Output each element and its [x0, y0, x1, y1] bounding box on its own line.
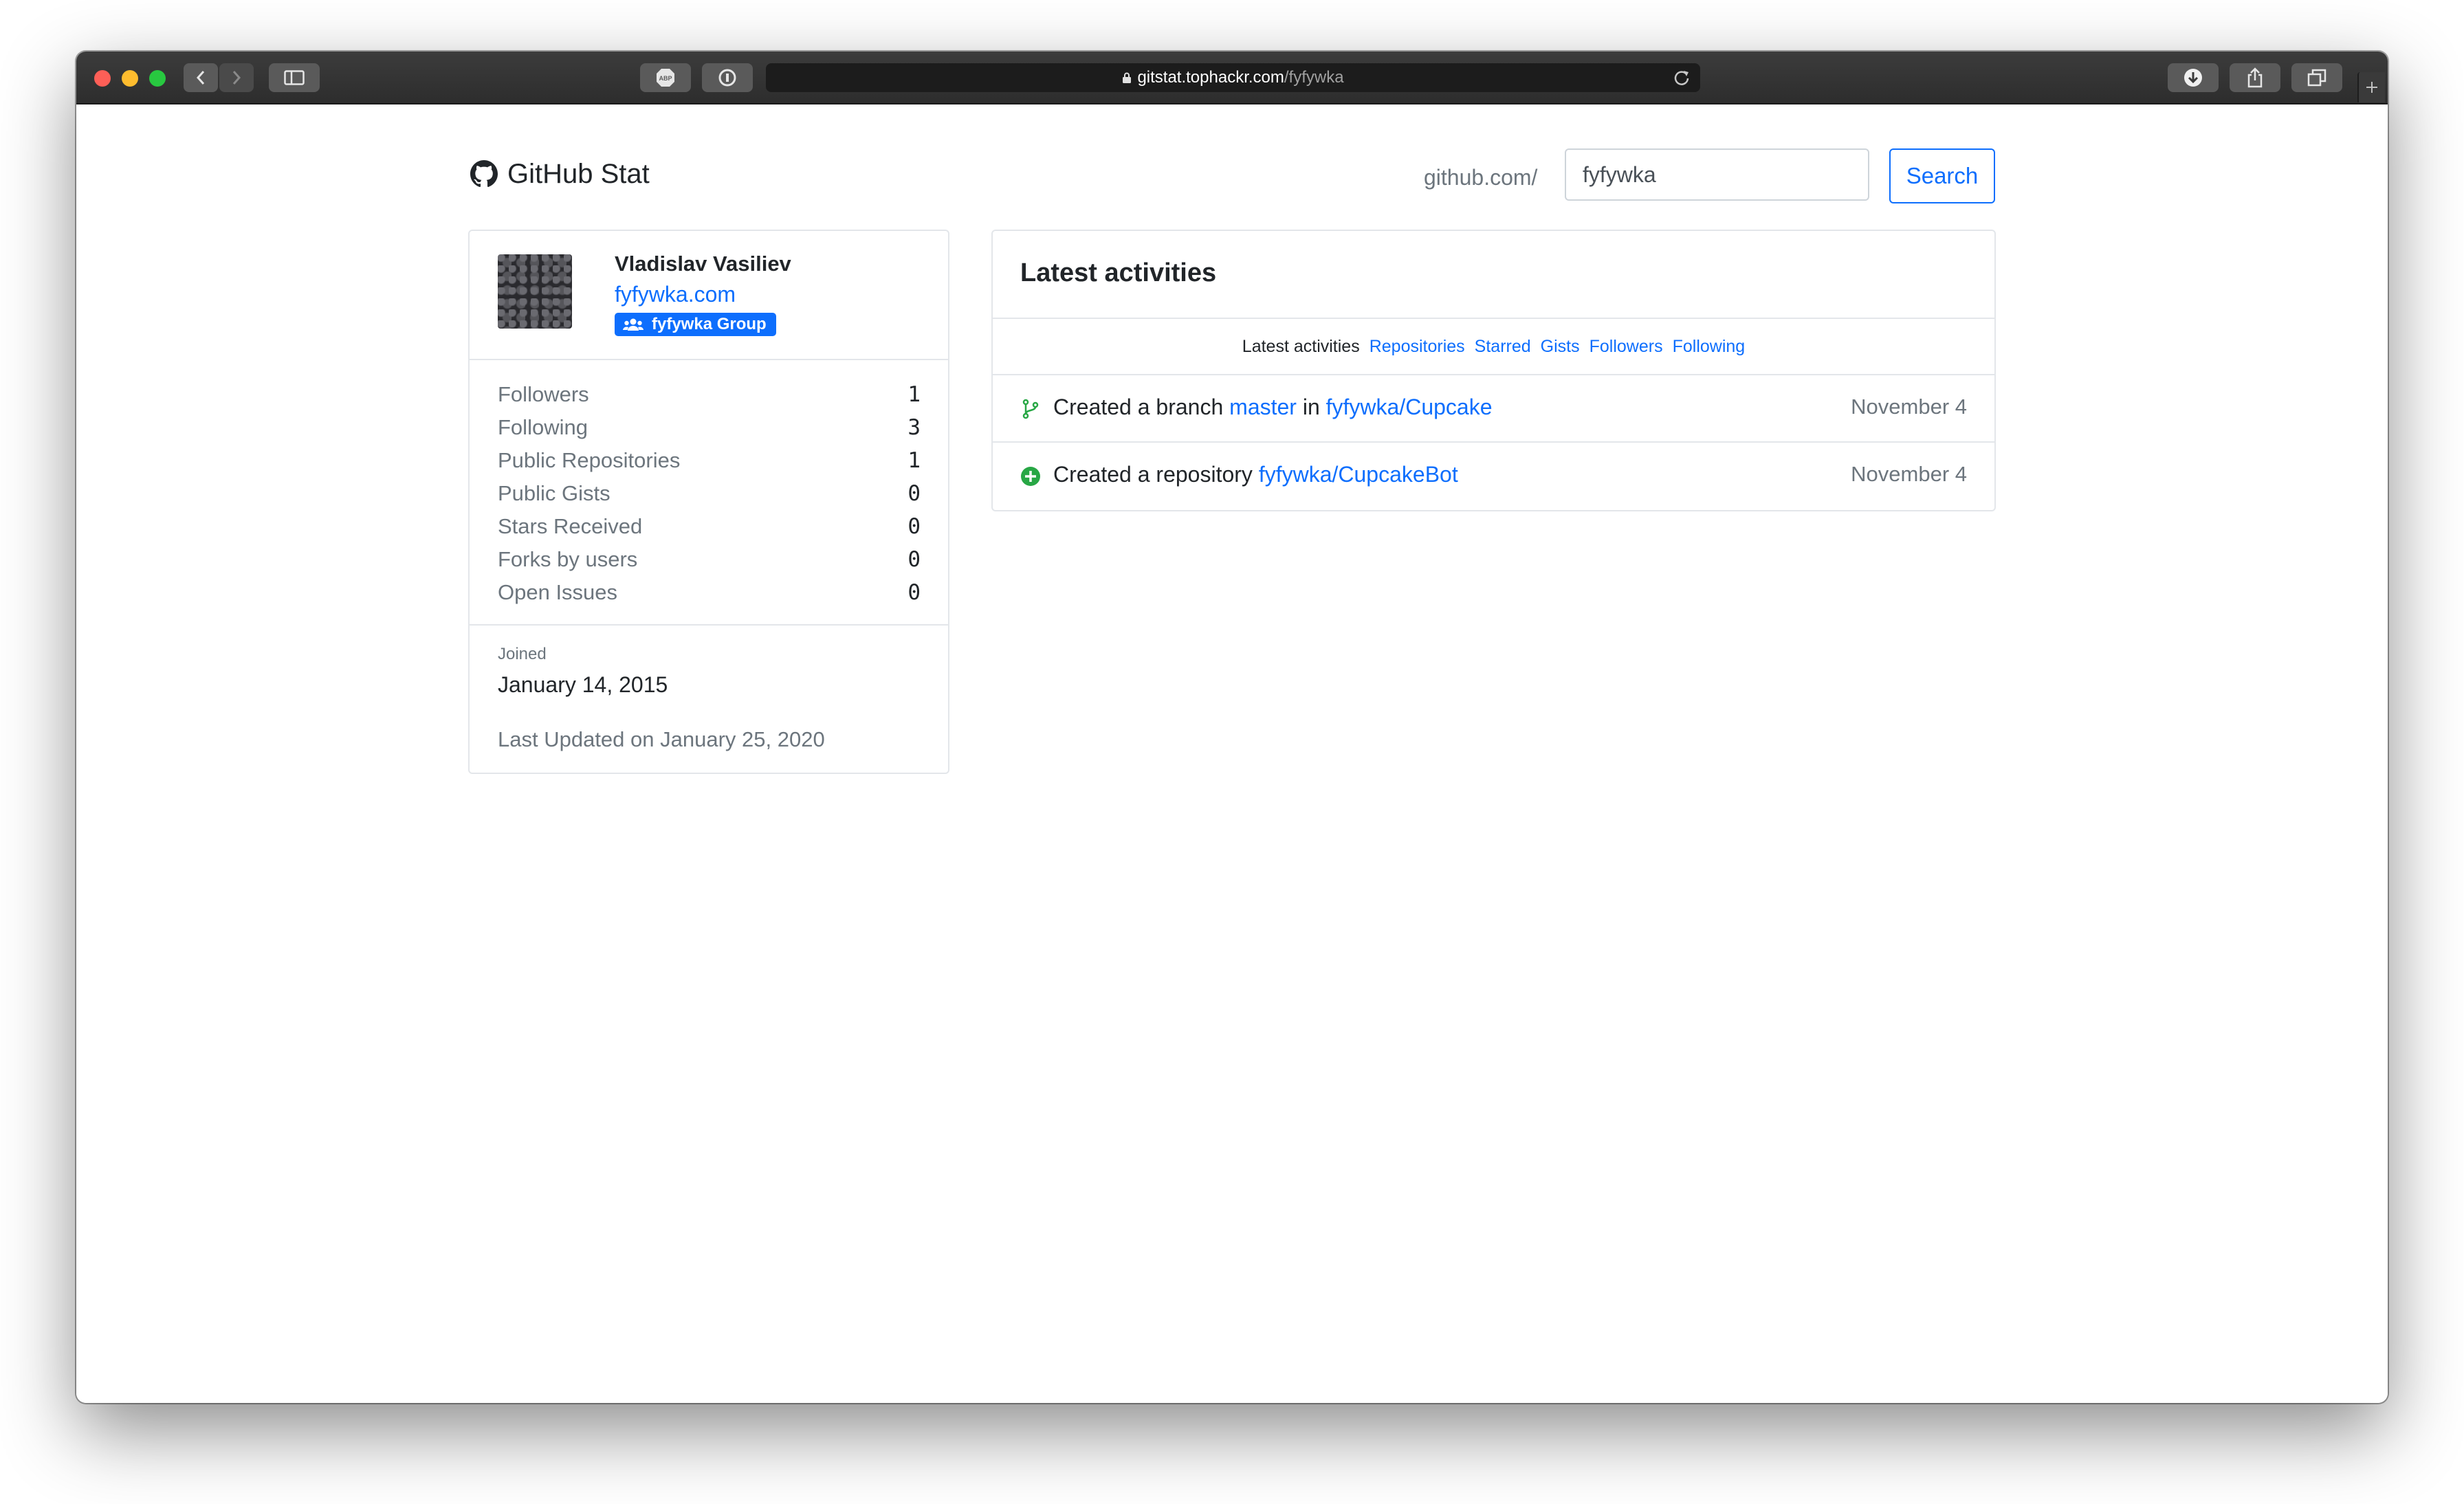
tab-followers[interactable]: Followers	[1590, 337, 1663, 357]
activities-card: Latest activities Latest activities Repo…	[991, 230, 1996, 511]
adblock-icon: ABP	[657, 69, 674, 87]
activities-title: Latest activities	[1020, 258, 1217, 287]
profile-card: Vladislav Vasiliev fyfywka.com fyfywka G…	[468, 230, 949, 774]
stat-row-stars-received: Stars Received 0	[470, 510, 948, 543]
branch-link[interactable]: master	[1229, 395, 1297, 419]
chevron-right-icon	[232, 71, 241, 85]
brand-title: GitHub Stat	[507, 158, 650, 189]
profile-stats: Followers 1 Following 3 Public Repositor…	[470, 360, 948, 626]
new-tab-button[interactable]	[2357, 72, 2385, 102]
stat-value: 0	[908, 580, 921, 605]
stat-label: Following	[498, 415, 588, 439]
brand[interactable]: GitHub Stat	[470, 157, 650, 191]
password-manager-icon	[718, 69, 736, 87]
joined-label: Joined	[498, 645, 547, 663]
downloads-button[interactable]	[2168, 63, 2219, 92]
activity-prefix: Created a branch	[1053, 395, 1224, 419]
tab-starred[interactable]: Starred	[1475, 337, 1531, 357]
git-branch-icon	[1022, 399, 1039, 419]
browser-window: ABP gitstat.tophackr.com/fyfywka GitHub …	[76, 52, 2388, 1403]
share-icon	[2247, 67, 2263, 88]
profile-name: Vladislav Vasiliev	[615, 252, 791, 276]
activity-text: Created a branch master in fyfywka/Cupca…	[1053, 395, 1493, 420]
activities-nav: Latest activities Repositories Starred G…	[993, 319, 1994, 375]
svg-text:ABP: ABP	[659, 75, 672, 82]
reload-icon[interactable]	[1673, 69, 1691, 87]
stat-value: 0	[908, 547, 921, 572]
password-extension-button[interactable]	[702, 63, 753, 92]
joined-date: January 14, 2015	[498, 672, 668, 697]
browser-toolbar: ABP gitstat.tophackr.com/fyfywka	[76, 52, 2388, 104]
users-icon	[623, 318, 644, 331]
maximize-window-button[interactable]	[149, 70, 166, 87]
sidebar-toggle-button[interactable]	[269, 63, 320, 92]
back-button[interactable]	[184, 63, 218, 92]
username-search-input[interactable]	[1565, 148, 1869, 201]
stat-row-followers: Followers 1	[470, 378, 948, 411]
plus-icon	[2366, 82, 2377, 93]
url-host: gitstat.tophackr.com	[1137, 68, 1284, 87]
tab-gists[interactable]: Gists	[1541, 337, 1580, 357]
stat-label: Public Repositories	[498, 448, 681, 472]
activity-prefix: Created a repository	[1053, 462, 1253, 487]
activities-header: Latest activities	[993, 231, 1994, 319]
tabs-overview-button[interactable]	[2291, 63, 2342, 92]
profile-header: Vladislav Vasiliev fyfywka.com fyfywka G…	[470, 231, 948, 360]
github-logo-icon	[470, 160, 498, 188]
stat-label: Open Issues	[498, 580, 618, 604]
lock-icon	[1123, 72, 1132, 83]
stat-value: 3	[908, 415, 921, 440]
tab-repositories[interactable]: Repositories	[1370, 337, 1465, 357]
group-badge-label: fyfywka Group	[652, 315, 767, 333]
minimize-window-button[interactable]	[122, 70, 138, 87]
search-button[interactable]: Search	[1889, 148, 1995, 203]
group-badge: fyfywka Group	[615, 313, 776, 336]
page-content: GitHub Stat github.com/ Search Vladislav…	[76, 104, 2388, 1403]
stat-value: 1	[908, 448, 921, 473]
stat-label: Public Gists	[498, 481, 610, 505]
sidebar-icon	[284, 70, 305, 85]
stat-row-forks-by-users: Forks by users 0	[470, 543, 948, 576]
download-icon	[2184, 69, 2202, 87]
repository-link[interactable]: fyfywka/Cupcake	[1326, 395, 1493, 419]
last-updated-text: Last Updated on January 25, 2020	[498, 727, 825, 751]
stat-value: 0	[908, 514, 921, 539]
stat-row-public-repositories: Public Repositories 1	[470, 444, 948, 477]
chevron-left-icon	[196, 71, 205, 85]
forward-button[interactable]	[219, 63, 254, 92]
stat-value: 1	[908, 382, 921, 407]
tab-following[interactable]: Following	[1673, 337, 1746, 357]
activity-text: Created a repository fyfywka/CupcakeBot	[1053, 462, 1458, 487]
close-window-button[interactable]	[94, 70, 111, 87]
stat-label: Stars Received	[498, 514, 643, 538]
activity-date: November 4	[1851, 462, 1967, 486]
stat-row-following: Following 3	[470, 411, 948, 444]
adblock-extension-button[interactable]: ABP	[640, 63, 691, 92]
stat-row-open-issues: Open Issues 0	[470, 576, 948, 609]
stat-value: 0	[908, 481, 921, 506]
url-path: /fyfywka	[1284, 68, 1344, 87]
stat-row-public-gists: Public Gists 0	[470, 477, 948, 510]
activity-item: Created a repository fyfywka/CupcakeBot …	[993, 443, 1994, 510]
avatar	[498, 254, 572, 329]
plus-circle-icon	[1021, 467, 1040, 486]
profile-website-link[interactable]: fyfywka.com	[615, 282, 736, 307]
tabs-icon	[2307, 69, 2326, 87]
stat-label: Followers	[498, 382, 589, 406]
activity-date: November 4	[1851, 395, 1967, 419]
stat-label: Forks by users	[498, 547, 638, 571]
repository-link[interactable]: fyfywka/CupcakeBot	[1259, 462, 1458, 487]
tab-latest-activities[interactable]: Latest activities	[1242, 337, 1360, 357]
search-prefix-label: github.com/	[1424, 165, 1538, 190]
activity-middle: in	[1302, 395, 1320, 419]
share-button[interactable]	[2230, 63, 2280, 92]
address-bar[interactable]: gitstat.tophackr.com/fyfywka	[766, 63, 1700, 92]
activity-item: Created a branch master in fyfywka/Cupca…	[993, 375, 1994, 443]
joined-section: Joined January 14, 2015 Last Updated on …	[470, 626, 948, 774]
